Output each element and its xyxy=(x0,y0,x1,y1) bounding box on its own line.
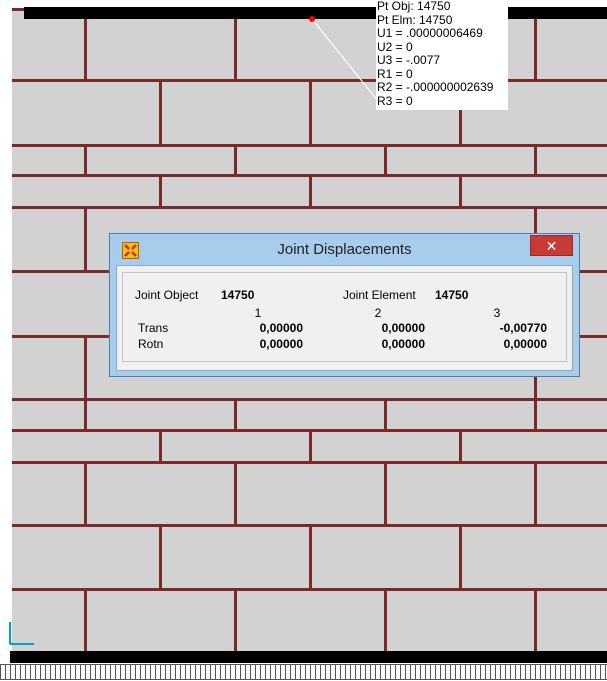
trans-value-1: 0,00000 xyxy=(259,321,303,335)
mortar-line xyxy=(159,79,162,144)
mortar-line xyxy=(309,524,312,588)
pick-info-line: U2 = 0 xyxy=(377,39,413,54)
close-button[interactable]: ✕ xyxy=(530,235,573,256)
mortar-line xyxy=(384,398,387,429)
mortar-line xyxy=(159,524,162,588)
mortar-line xyxy=(384,588,387,653)
row-label-trans: Trans xyxy=(138,321,169,335)
rotn-value-1: 0,00000 xyxy=(259,337,303,351)
dialog-titlebar[interactable]: Joint Displacements ✕ xyxy=(110,234,579,265)
axis-triad-icon xyxy=(9,622,34,645)
mortar-line xyxy=(12,144,607,147)
joint-object-value: 14750 xyxy=(221,288,255,302)
mortar-line xyxy=(84,461,87,524)
joint-displacements-dialog[interactable]: Joint Displacements ✕ Joint Object 14750… xyxy=(109,233,580,377)
mortar-line xyxy=(84,144,87,174)
pick-info-line: R3 = 0 xyxy=(377,93,413,108)
mortar-line xyxy=(159,429,162,461)
joint-element-value: 14750 xyxy=(435,288,469,302)
mortar-line xyxy=(534,144,537,174)
bottom-ruler-strip xyxy=(0,664,607,680)
rotn-value-2: 0,00000 xyxy=(381,337,425,351)
column-header-1: 1 xyxy=(254,306,262,320)
mortar-line xyxy=(234,588,237,653)
mortar-line xyxy=(384,144,387,174)
bottom-boundary-bar xyxy=(10,651,607,663)
joint-object-label: Joint Object xyxy=(135,288,199,302)
pick-info-line: Pt Obj: 14750 xyxy=(377,0,451,13)
mortar-line xyxy=(234,398,237,429)
mortar-line xyxy=(84,206,87,270)
displacement-group: Joint Object 14750 Joint Element 14750 1… xyxy=(122,272,567,362)
mortar-line xyxy=(534,398,537,429)
mortar-line xyxy=(309,174,312,206)
mortar-line xyxy=(534,461,537,524)
pick-info-line: R1 = 0 xyxy=(377,66,413,81)
pick-info-tooltip: Pt Obj: 14750 Pt Elm: 14750 U1 = .000000… xyxy=(376,0,508,110)
mortar-line xyxy=(84,588,87,653)
mortar-line xyxy=(234,144,237,174)
mortar-line xyxy=(534,588,537,653)
joint-element-label: Joint Element xyxy=(343,288,416,302)
pick-info-line: R2 = -.000000002639 xyxy=(377,80,494,94)
rotn-value-3: 0,00000 xyxy=(503,337,547,351)
dialog-client-area: Joint Object 14750 Joint Element 14750 1… xyxy=(116,265,573,371)
pick-info-line: U3 = -.0077 xyxy=(377,53,441,67)
mortar-line xyxy=(459,174,462,206)
close-icon: ✕ xyxy=(545,238,558,254)
column-header-3: 3 xyxy=(493,306,501,320)
row-label-rotn: Rotn xyxy=(138,337,164,351)
dialog-title: Joint Displacements xyxy=(277,241,412,258)
picked-joint-marker[interactable] xyxy=(309,16,315,22)
trans-value-2: 0,00000 xyxy=(381,321,425,335)
mortar-line xyxy=(12,461,607,464)
mortar-line xyxy=(12,588,607,591)
mortar-line xyxy=(459,429,462,461)
mortar-line xyxy=(309,79,312,144)
mortar-line xyxy=(459,524,462,588)
top-boundary-bar xyxy=(24,7,607,19)
pick-info-line: U1 = .00000006469 xyxy=(377,26,483,40)
mortar-line xyxy=(309,429,312,461)
mortar-line xyxy=(84,335,87,398)
mortar-line xyxy=(384,461,387,524)
mortar-line xyxy=(159,174,162,206)
column-header-2: 2 xyxy=(374,306,382,320)
trans-value-3: -0,00770 xyxy=(499,321,547,335)
mortar-line xyxy=(84,398,87,429)
pick-info-line: Pt Elm: 14750 xyxy=(377,12,453,27)
mortar-line xyxy=(12,398,607,401)
mortar-line xyxy=(12,206,607,209)
mortar-line xyxy=(234,461,237,524)
